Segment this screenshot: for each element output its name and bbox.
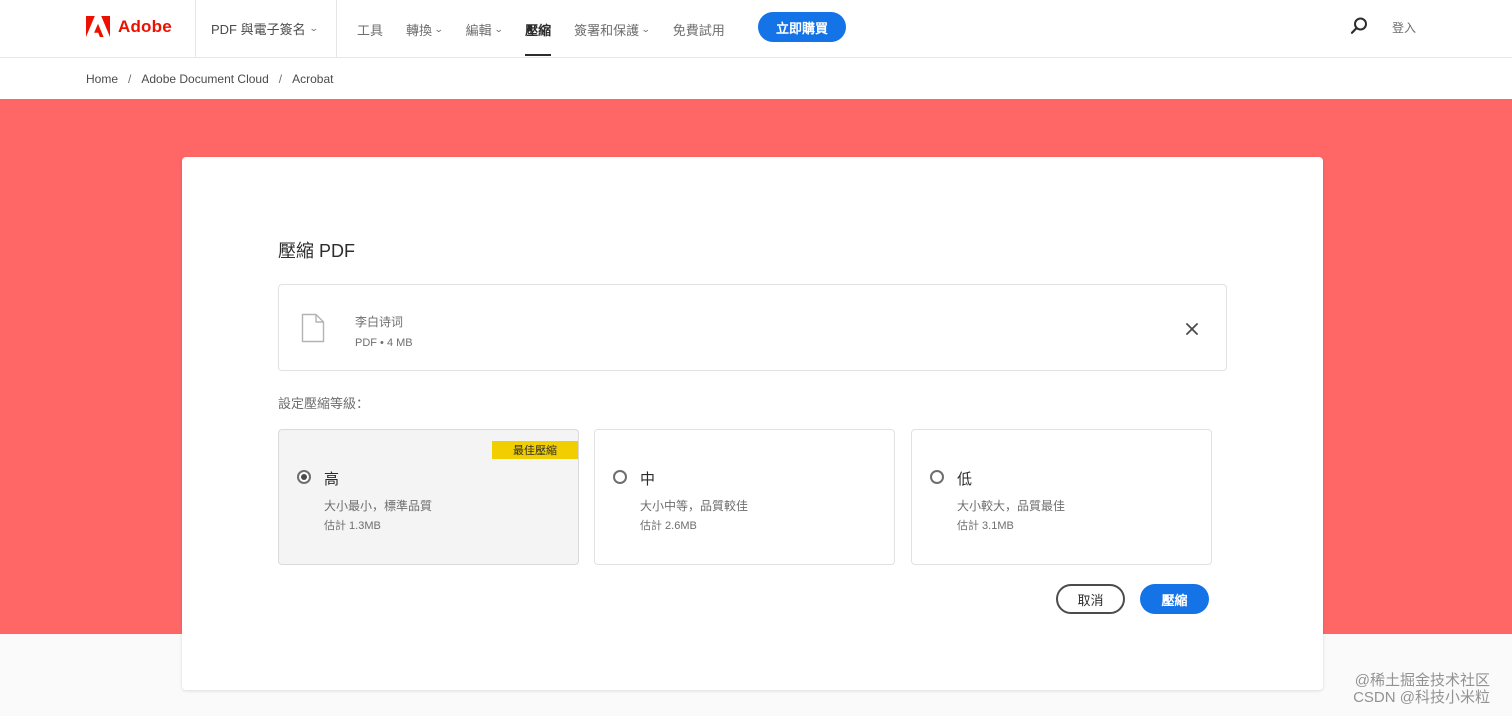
breadcrumb-document-cloud[interactable]: Adobe Document Cloud	[141, 72, 268, 86]
menu-item-label: 編輯	[465, 22, 492, 38]
buy-now-button[interactable]: 立即購買	[758, 12, 846, 42]
watermark: @稀土掘金技术社区 CSDN @科技小米粒	[1353, 672, 1490, 706]
watermark-line: @稀土掘金技术社区	[1354, 672, 1490, 689]
compress-button[interactable]: 壓縮	[1140, 584, 1209, 614]
file-row: 李白诗词 PDF • 4 MB	[278, 284, 1227, 371]
menu-item-label: 簽署和保護	[574, 22, 640, 38]
option-medium[interactable]: 中 大小中等，品質較佳 估計 2.6MB	[594, 429, 895, 565]
option-estimate: 估計 2.6MB	[640, 520, 697, 532]
menu-item-label: 轉換	[406, 22, 433, 38]
radio-high[interactable]	[297, 470, 311, 484]
product-label: PDF 與電子簽名	[211, 22, 306, 37]
option-estimate: 估計 3.1MB	[957, 520, 1014, 532]
option-estimate: 估計 1.3MB	[324, 520, 381, 532]
cancel-button[interactable]: 取消	[1056, 584, 1125, 614]
adobe-logo[interactable]: Adobe	[86, 16, 172, 37]
divider	[195, 0, 196, 58]
search-button[interactable]	[1350, 17, 1368, 40]
radio-medium[interactable]	[613, 470, 627, 484]
menu-item-sign-protect[interactable]: 簽署和保護 ⌄	[574, 0, 651, 58]
chevron-down-icon: ⌄	[308, 23, 319, 33]
divider	[336, 0, 337, 58]
compress-dialog: 壓縮 PDF 李白诗词 PDF • 4 MB 設定壓縮等級： 最佳壓縮 高 大小…	[182, 157, 1323, 690]
top-nav: Adobe PDF 與電子簽名 ⌄ 工具 轉換 ⌄ 編輯 ⌄ 壓縮 簽署和保護 …	[0, 0, 1512, 58]
breadcrumb: Home / Adobe Document Cloud / Acrobat	[0, 58, 1512, 99]
adobe-logo-icon	[86, 16, 110, 37]
breadcrumb-acrobat[interactable]: Acrobat	[292, 72, 333, 86]
watermark-line: CSDN @科技小米粒	[1353, 689, 1490, 706]
chevron-down-icon: ⌄	[641, 23, 651, 34]
chevron-down-icon: ⌄	[433, 23, 444, 34]
breadcrumb-home[interactable]: Home	[86, 72, 118, 86]
menu-item-convert[interactable]: 轉換 ⌄	[406, 0, 444, 58]
file-meta: PDF • 4 MB	[355, 337, 413, 349]
option-title: 高	[324, 471, 340, 488]
main-menu: 工具 轉換 ⌄ 編輯 ⌄ 壓縮 簽署和保護 ⌄ 免費試用	[357, 0, 748, 58]
radio-low[interactable]	[930, 470, 944, 484]
option-title: 低	[957, 471, 973, 488]
menu-item-label: 工具	[357, 22, 384, 38]
best-compression-badge: 最佳壓縮	[492, 441, 578, 459]
option-low[interactable]: 低 大小較大，品質最佳 估計 3.1MB	[911, 429, 1212, 565]
option-description: 大小最小，標準品質	[324, 499, 433, 513]
menu-item-label: 免費試用	[672, 22, 725, 38]
search-icon	[1350, 17, 1367, 34]
breadcrumb-separator: /	[128, 71, 132, 86]
file-name: 李白诗词	[355, 315, 404, 329]
menu-item-tools[interactable]: 工具	[357, 0, 383, 58]
menu-item-compress[interactable]: 壓縮	[525, 0, 552, 58]
menu-item-edit[interactable]: 編輯 ⌄	[465, 0, 504, 58]
breadcrumb-separator: /	[278, 71, 283, 86]
chevron-down-icon: ⌄	[493, 23, 504, 34]
compression-level-label: 設定壓縮等級：	[278, 396, 370, 411]
page-title: 壓縮 PDF	[278, 241, 356, 261]
document-icon	[301, 313, 325, 343]
option-title: 中	[640, 471, 656, 488]
close-icon	[1186, 323, 1198, 335]
option-description: 大小較大，品質最佳	[957, 499, 1066, 513]
option-high[interactable]: 最佳壓縮 高 大小最小，標準品質 估計 1.3MB	[278, 429, 579, 565]
remove-file-button[interactable]	[1182, 319, 1202, 339]
menu-item-label: 壓縮	[525, 22, 552, 38]
login-link[interactable]: 登入	[1392, 19, 1416, 36]
product-menu[interactable]: PDF 與電子簽名 ⌄	[211, 19, 319, 38]
menu-item-free-trial[interactable]: 免費試用	[673, 0, 725, 58]
brand-name: Adobe	[118, 16, 172, 36]
option-description: 大小中等，品質較佳	[640, 499, 749, 513]
